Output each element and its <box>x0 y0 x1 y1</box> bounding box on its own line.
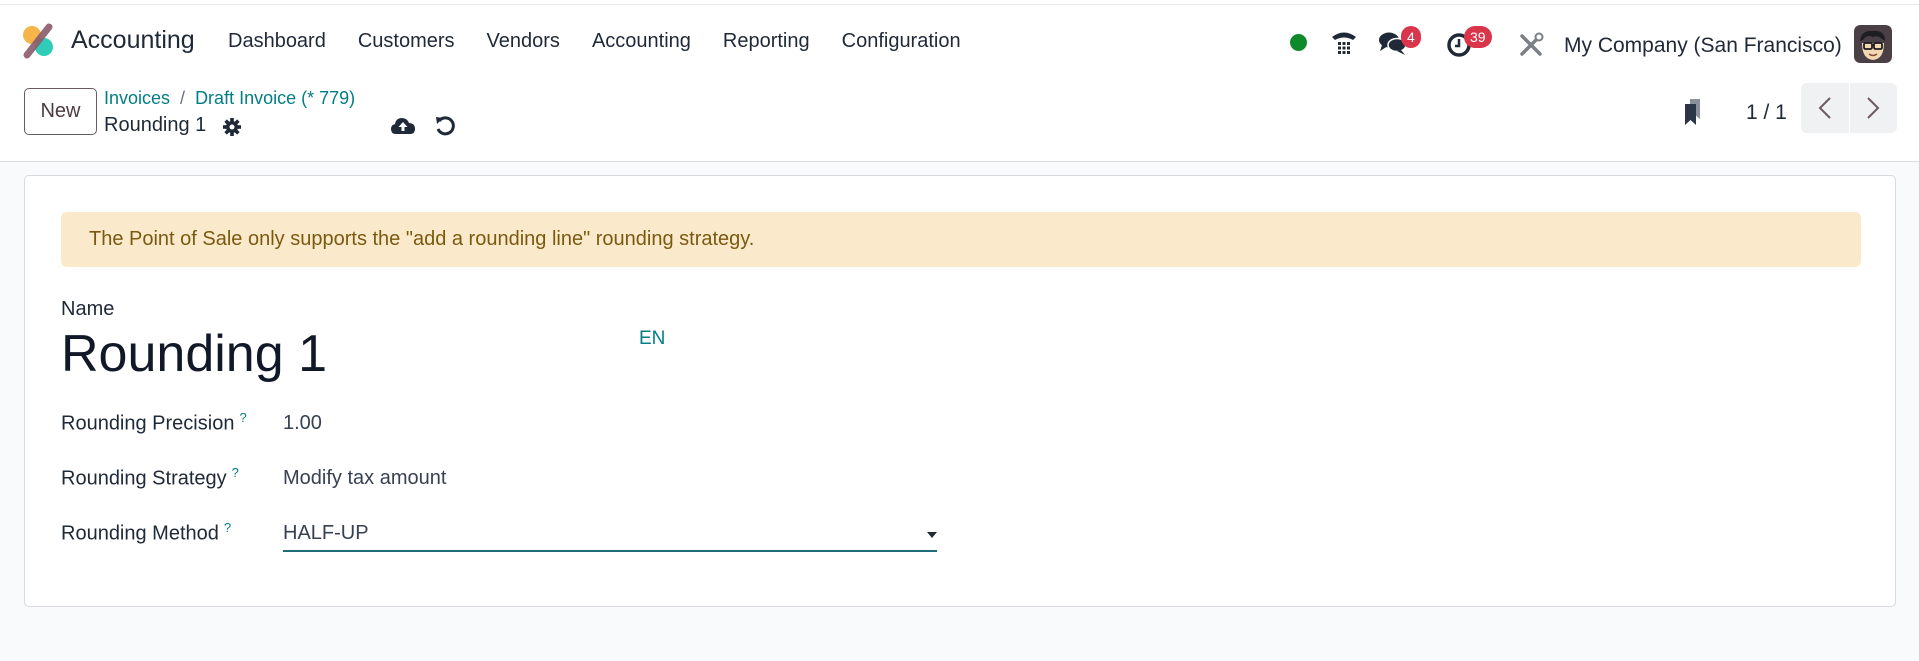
accounting-app-logo[interactable] <box>20 22 58 60</box>
help-tooltip-icon[interactable]: ? <box>232 465 239 480</box>
user-avatar[interactable] <box>1854 25 1892 63</box>
breadcrumb-draft-invoice[interactable]: Draft Invoice (* 779) <box>195 88 355 108</box>
presence-status-icon <box>1290 34 1307 51</box>
rounding-precision-label-text: Rounding Precision <box>61 412 235 435</box>
pager-next-button[interactable] <box>1848 83 1898 133</box>
help-tooltip-icon[interactable]: ? <box>224 520 231 535</box>
menu-reporting[interactable]: Reporting <box>723 30 810 53</box>
new-button[interactable]: New <box>24 88 97 135</box>
name-field[interactable]: Rounding 1 <box>61 324 327 384</box>
menu-configuration[interactable]: Configuration <box>842 30 961 53</box>
activities-badge: 39 <box>1464 26 1492 48</box>
menu-vendors[interactable]: Vendors <box>487 30 560 53</box>
breadcrumb: Invoices / Draft Invoice (* 779) <box>104 88 355 109</box>
breadcrumb-invoices[interactable]: Invoices <box>104 88 170 108</box>
help-tooltip-icon[interactable]: ? <box>239 410 246 425</box>
tools-icon[interactable] <box>1518 32 1544 58</box>
translate-language-button[interactable]: EN <box>639 328 665 350</box>
breadcrumb-separator: / <box>180 88 186 108</box>
caret-down-icon <box>927 532 937 538</box>
main-navbar: Accounting Dashboard Customers Vendors A… <box>0 5 1919 77</box>
rounding-method-label-text: Rounding Method <box>61 522 219 545</box>
save-cloud-icon[interactable] <box>390 115 416 137</box>
bookmark-icon[interactable] <box>1682 97 1708 127</box>
menu-accounting[interactable]: Accounting <box>592 30 691 53</box>
rounding-method-selected-value: HALF-UP <box>283 522 369 544</box>
menu-dashboard[interactable]: Dashboard <box>228 30 326 53</box>
pager-previous-button[interactable] <box>1801 83 1849 133</box>
gear-icon[interactable] <box>222 117 242 137</box>
company-switcher[interactable]: My Company (San Francisco) <box>1564 34 1842 58</box>
phone-icon[interactable] <box>1330 28 1358 56</box>
rounding-method-select[interactable]: HALF-UP <box>283 520 937 552</box>
form-sheet: The Point of Sale only supports the "add… <box>24 175 1896 607</box>
record-title: Rounding 1 <box>104 114 207 136</box>
chevron-right-icon <box>1867 97 1880 119</box>
rounding-precision-label: Rounding Precision? <box>61 410 247 436</box>
app-name[interactable]: Accounting <box>71 26 195 55</box>
top-menu: Dashboard Customers Vendors Accounting R… <box>228 30 993 53</box>
rounding-strategy-label-text: Rounding Strategy <box>61 467 227 490</box>
messages-badge: 4 <box>1401 26 1421 48</box>
rounding-strategy-value[interactable]: Modify tax amount <box>283 467 446 490</box>
menu-customers[interactable]: Customers <box>358 30 455 53</box>
pager-value[interactable]: 1 / 1 <box>1746 101 1787 125</box>
name-label: Name <box>61 298 115 320</box>
pager-buttons <box>1801 83 1897 133</box>
chevron-left-icon <box>1818 97 1831 119</box>
pos-rounding-warning: The Point of Sale only supports the "add… <box>61 212 1861 267</box>
discard-changes-icon[interactable] <box>434 115 456 137</box>
rounding-precision-input[interactable]: 1.00 <box>283 412 322 435</box>
rounding-method-label: Rounding Method? <box>61 520 231 546</box>
rounding-strategy-label: Rounding Strategy? <box>61 465 239 491</box>
control-panel: New Invoices / Draft Invoice (* 779) Round… <box>0 77 1919 162</box>
